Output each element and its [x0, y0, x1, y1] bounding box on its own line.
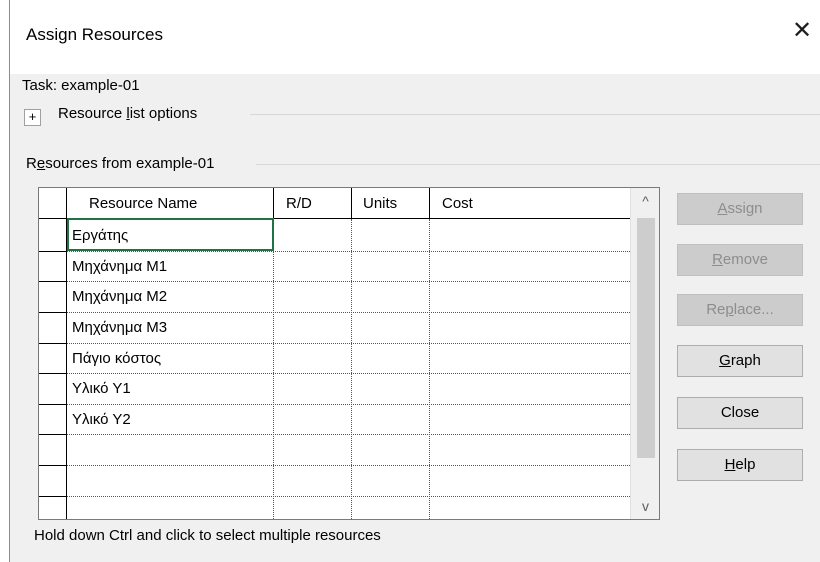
row-divider — [67, 434, 630, 435]
accesskey: A — [717, 200, 728, 217]
row-selector-divider — [39, 404, 67, 405]
column-divider — [429, 219, 430, 519]
row-selector-divider — [39, 281, 67, 282]
column-header-resource-name[interactable]: Resource Name — [89, 188, 269, 219]
column-header-cost[interactable]: Cost — [442, 188, 592, 219]
scrollbar-thumb[interactable] — [637, 218, 655, 458]
close-button[interactable]: Close — [677, 397, 803, 429]
group-separator — [256, 164, 820, 165]
row-selector-divider — [39, 373, 67, 374]
selection-hint: Hold down Ctrl and click to select multi… — [34, 527, 381, 544]
scroll-down-icon[interactable]: v — [631, 493, 659, 519]
close-icon[interactable]: ✕ — [792, 19, 812, 43]
accesskey: e — [36, 155, 46, 172]
column-divider — [273, 188, 274, 219]
resource-name-cell[interactable]: Μηχάνημα Μ3 — [72, 313, 167, 342]
group-separator — [250, 114, 820, 115]
resources-from-label: Resources from example-01 — [26, 155, 214, 172]
assign-resources-dialog: Assign Resources ✕ Task: example-01 + Re… — [9, 0, 820, 562]
dialog-title: Assign Resources — [26, 25, 164, 44]
accesskey: R — [712, 251, 723, 268]
label-part: lace... — [733, 301, 774, 318]
column-header-units[interactable]: Units — [363, 188, 433, 219]
column-header-rd[interactable]: R/D — [286, 188, 356, 219]
active-cell-highlight — [67, 218, 274, 251]
label-part: ist options — [129, 105, 198, 122]
title-bar: Assign Resources ✕ — [10, 0, 820, 74]
scroll-up-icon[interactable]: ^ — [631, 188, 659, 214]
resource-name-cell[interactable]: Μηχάνημα Μ1 — [72, 252, 167, 281]
resource-name-cell[interactable]: Πάγιο κόστος — [72, 344, 161, 373]
remove-button[interactable]: Remove — [677, 244, 803, 276]
label-part: emove — [722, 251, 768, 268]
assign-button[interactable]: Assign — [677, 193, 803, 225]
accesskey: G — [719, 352, 731, 369]
accesskey: H — [724, 456, 736, 473]
row-divider — [67, 373, 630, 374]
row-divider — [67, 465, 630, 466]
row-selector-divider — [39, 496, 67, 497]
task-label: Task: example-01 — [22, 77, 140, 94]
column-divider — [273, 219, 274, 519]
column-divider — [351, 188, 352, 219]
accesskey: p — [725, 301, 734, 318]
resource-list-options-label[interactable]: Resource list options — [58, 105, 197, 122]
graph-button[interactable]: Graph — [677, 345, 803, 377]
label-part: raph — [730, 352, 761, 369]
expand-options-button[interactable]: + — [24, 109, 41, 126]
row-selector-divider — [39, 465, 67, 466]
resource-name-cell[interactable]: Υλικό Υ2 — [72, 405, 131, 434]
row-selector-divider — [39, 251, 67, 252]
label-part: R — [26, 155, 37, 172]
vertical-scrollbar[interactable]: ^ v — [630, 188, 659, 519]
help-button[interactable]: Help — [677, 449, 803, 481]
label-part: Resource — [58, 105, 127, 122]
resource-name-cell[interactable]: Μηχάνημα Μ2 — [72, 282, 167, 311]
row-divider — [67, 404, 630, 405]
replace-button[interactable]: Replace... — [677, 294, 803, 326]
label-part: elp — [735, 456, 756, 473]
row-selector-divider — [39, 434, 67, 435]
label-part: Re — [706, 301, 726, 318]
row-divider — [67, 496, 630, 497]
resources-table[interactable]: Resource Name R/D Units Cost Εργάτης Μηχ… — [38, 187, 660, 520]
row-selector-divider — [39, 312, 67, 313]
column-divider — [351, 219, 352, 519]
label-part: sources from example-01 — [45, 155, 215, 172]
label-part: ssign — [727, 200, 763, 217]
row-selector-divider — [39, 343, 67, 344]
column-divider — [429, 188, 430, 219]
resource-name-cell[interactable]: Υλικό Υ1 — [72, 374, 131, 403]
